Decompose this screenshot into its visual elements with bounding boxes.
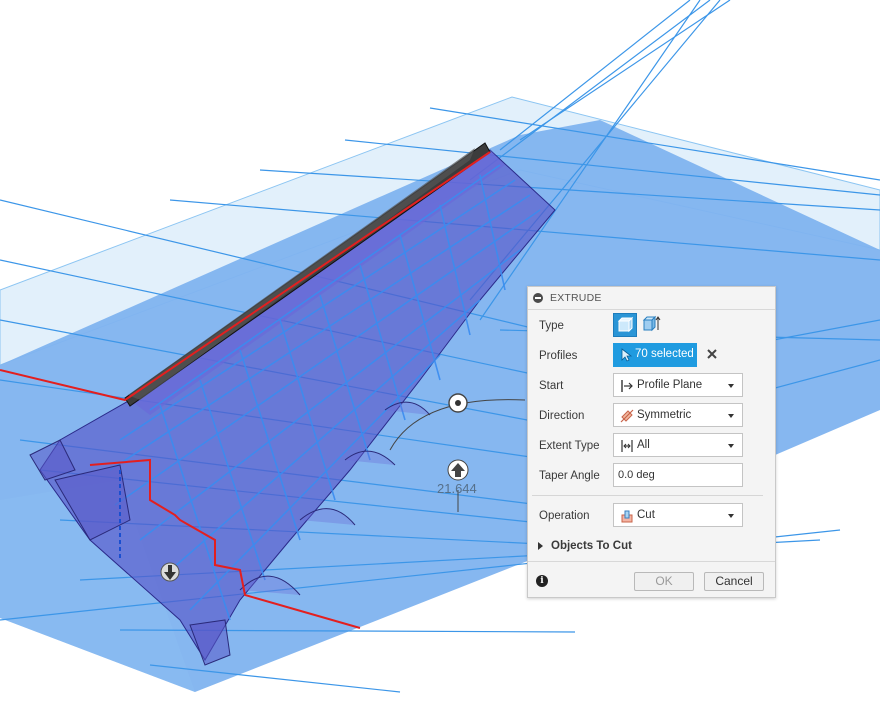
dialog-footer: i OK Cancel (528, 561, 775, 598)
solid-extrude-icon (617, 316, 634, 333)
taper-angle-input[interactable] (613, 463, 743, 487)
chevron-down-icon (728, 384, 734, 388)
extent-type-value: All (637, 439, 650, 451)
start-value: Profile Plane (637, 379, 703, 391)
taper-angle-row: Taper Angle (528, 463, 775, 489)
move-arrow-handle (160, 562, 180, 582)
start-label: Start (539, 380, 564, 392)
operation-label: Operation (539, 510, 590, 522)
operation-value: Cut (637, 509, 655, 521)
start-select[interactable]: Profile Plane (613, 373, 743, 397)
direction-label: Direction (539, 410, 585, 422)
chevron-down-icon (728, 414, 734, 418)
operation-select[interactable]: Cut (613, 503, 743, 527)
start-row: Start Profile Plane (528, 373, 775, 399)
extrude-dialog: EXTRUDE Type Profiles 70 selected Start … (527, 286, 776, 598)
dialog-divider (532, 495, 763, 496)
objects-to-cut-toggle[interactable]: Objects To Cut (528, 538, 775, 556)
info-icon[interactable]: i (536, 575, 548, 587)
thin-extrude-icon (642, 315, 661, 332)
close-icon[interactable] (704, 346, 720, 362)
profiles-selection-button[interactable]: 70 selected (613, 343, 697, 367)
profile-plane-icon (621, 380, 633, 392)
taper-angle-label: Taper Angle (539, 470, 600, 482)
thin-extrude-button[interactable] (640, 313, 664, 337)
cut-icon (621, 510, 633, 523)
type-label: Type (539, 320, 564, 332)
dimension-value: 21.644 (437, 481, 477, 496)
chevron-down-icon (728, 444, 734, 448)
direction-row: Direction Symmetric (528, 403, 775, 429)
symmetric-icon (620, 409, 634, 423)
minus-circle-icon[interactable] (533, 293, 543, 303)
extent-all-icon (621, 440, 633, 452)
dialog-header: EXTRUDE (528, 287, 775, 310)
direction-select[interactable]: Symmetric (613, 403, 743, 427)
direction-value: Symmetric (637, 409, 692, 421)
dialog-title: EXTRUDE (550, 292, 602, 304)
ok-button[interactable]: OK (634, 572, 694, 591)
type-row: Type (528, 313, 775, 339)
profiles-label: Profiles (539, 350, 578, 362)
operation-row: Operation Cut (528, 503, 775, 529)
cursor-arrow-icon (621, 348, 633, 362)
objects-to-cut-label: Objects To Cut (551, 540, 632, 552)
chevron-down-icon (728, 514, 734, 518)
extent-type-row: Extent Type All (528, 433, 775, 459)
extent-type-label: Extent Type (539, 440, 600, 452)
profiles-row: Profiles 70 selected (528, 343, 775, 369)
expand-triangle-icon (538, 542, 543, 550)
cancel-button[interactable]: Cancel (704, 572, 764, 591)
extent-type-select[interactable]: All (613, 433, 743, 457)
profiles-value: 70 selected (635, 348, 694, 360)
solid-extrude-button[interactable] (613, 313, 637, 337)
